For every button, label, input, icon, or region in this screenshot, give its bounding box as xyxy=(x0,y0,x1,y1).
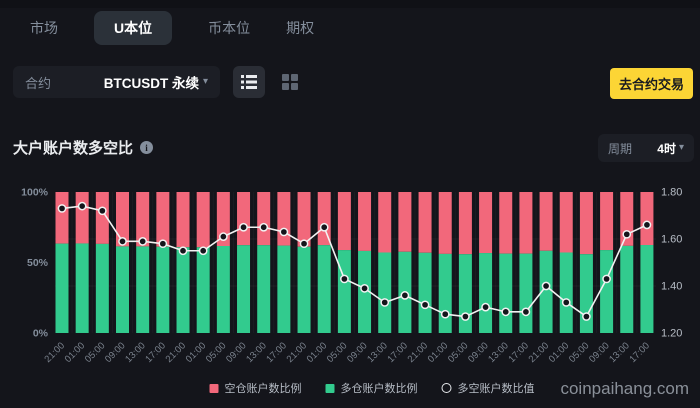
svg-text:1.80: 1.80 xyxy=(661,187,682,199)
tab-usdm[interactable]: U本位 xyxy=(94,11,172,45)
chevron-down-icon: ▾ xyxy=(203,77,208,87)
period-selector[interactable]: 周期 4时 ▾ xyxy=(598,134,694,162)
top-strip xyxy=(0,0,700,8)
svg-text:17:00: 17:00 xyxy=(264,340,289,365)
info-icon[interactable]: i xyxy=(140,141,153,154)
svg-text:100%: 100% xyxy=(21,187,49,199)
long-ratio-swatch xyxy=(326,384,335,393)
svg-text:09:00: 09:00 xyxy=(466,340,491,365)
long-short-ratio-chart[interactable]: 100%50%0%1.801.601.401.2021:0001:0005:00… xyxy=(0,185,700,375)
svg-text:01:00: 01:00 xyxy=(63,340,88,365)
grid-view-button[interactable] xyxy=(276,68,304,96)
svg-text:13:00: 13:00 xyxy=(244,340,269,365)
chevron-down-icon: ▾ xyxy=(679,143,684,153)
svg-text:1.20: 1.20 xyxy=(661,328,682,340)
ls-value-marker xyxy=(442,383,452,393)
svg-text:09:00: 09:00 xyxy=(103,340,128,365)
tab-market[interactable]: 市场 xyxy=(30,18,58,38)
svg-text:17:00: 17:00 xyxy=(506,340,531,365)
svg-text:1.40: 1.40 xyxy=(661,281,682,293)
svg-text:17:00: 17:00 xyxy=(385,340,410,365)
page-title: 大户账户数多空比 xyxy=(13,137,133,158)
list-view-button[interactable] xyxy=(233,66,265,98)
svg-text:13:00: 13:00 xyxy=(607,340,632,365)
list-view-icon xyxy=(241,75,257,89)
pair-value: BTCUSDT 永续 ▾ xyxy=(104,72,208,92)
contract-label: 合约 xyxy=(25,73,51,92)
period-value: 4时 ▾ xyxy=(657,140,684,157)
svg-text:01:00: 01:00 xyxy=(184,340,209,365)
main-tabs: 市场 U本位 币本位 期权 xyxy=(30,12,314,44)
legend-item-ls-value[interactable]: 多空账户数比值 xyxy=(442,380,535,396)
svg-text:05:00: 05:00 xyxy=(204,340,229,365)
chart-canvas[interactable]: 100%50%0%1.801.601.401.2021:0001:0005:00… xyxy=(0,185,700,375)
legend-item-long-ratio[interactable]: 多仓账户数比例 xyxy=(326,380,418,396)
period-label: 周期 xyxy=(608,140,632,157)
svg-text:01:00: 01:00 xyxy=(547,340,572,365)
legend-item-short-ratio[interactable]: 空仓账户数比例 xyxy=(210,380,302,396)
svg-text:17:00: 17:00 xyxy=(627,340,652,365)
svg-text:13:00: 13:00 xyxy=(123,340,148,365)
svg-text:05:00: 05:00 xyxy=(325,340,350,365)
short-ratio-swatch xyxy=(210,384,219,393)
svg-text:05:00: 05:00 xyxy=(446,340,471,365)
go-to-trade-button[interactable]: 去合约交易 xyxy=(610,68,693,99)
svg-text:09:00: 09:00 xyxy=(587,340,612,365)
svg-text:0%: 0% xyxy=(33,328,49,340)
chart-legend: 空仓账户数比例 多仓账户数比例 多空账户数比值 xyxy=(210,380,535,396)
tab-options[interactable]: 期权 xyxy=(286,18,314,38)
svg-text:17:00: 17:00 xyxy=(143,340,168,365)
svg-text:21:00: 21:00 xyxy=(527,340,552,365)
svg-text:21:00: 21:00 xyxy=(406,340,431,365)
grid-view-icon xyxy=(282,74,298,90)
svg-text:21:00: 21:00 xyxy=(285,340,310,365)
svg-text:09:00: 09:00 xyxy=(224,340,249,365)
svg-text:01:00: 01:00 xyxy=(305,340,330,365)
svg-text:09:00: 09:00 xyxy=(345,340,370,365)
svg-text:05:00: 05:00 xyxy=(567,340,592,365)
watermark: coinpaihang.com xyxy=(560,379,689,399)
svg-text:13:00: 13:00 xyxy=(486,340,511,365)
svg-text:1.60: 1.60 xyxy=(661,234,682,246)
svg-text:21:00: 21:00 xyxy=(164,340,189,365)
contract-pair-selector[interactable]: 合约 BTCUSDT 永续 ▾ xyxy=(13,66,220,98)
svg-text:21:00: 21:00 xyxy=(43,340,68,365)
svg-text:50%: 50% xyxy=(27,257,49,269)
svg-text:05:00: 05:00 xyxy=(83,340,108,365)
tab-coinm[interactable]: 币本位 xyxy=(208,18,250,38)
section-header: 大户账户数多空比 i xyxy=(13,137,153,158)
svg-text:13:00: 13:00 xyxy=(365,340,390,365)
svg-text:01:00: 01:00 xyxy=(426,340,451,365)
